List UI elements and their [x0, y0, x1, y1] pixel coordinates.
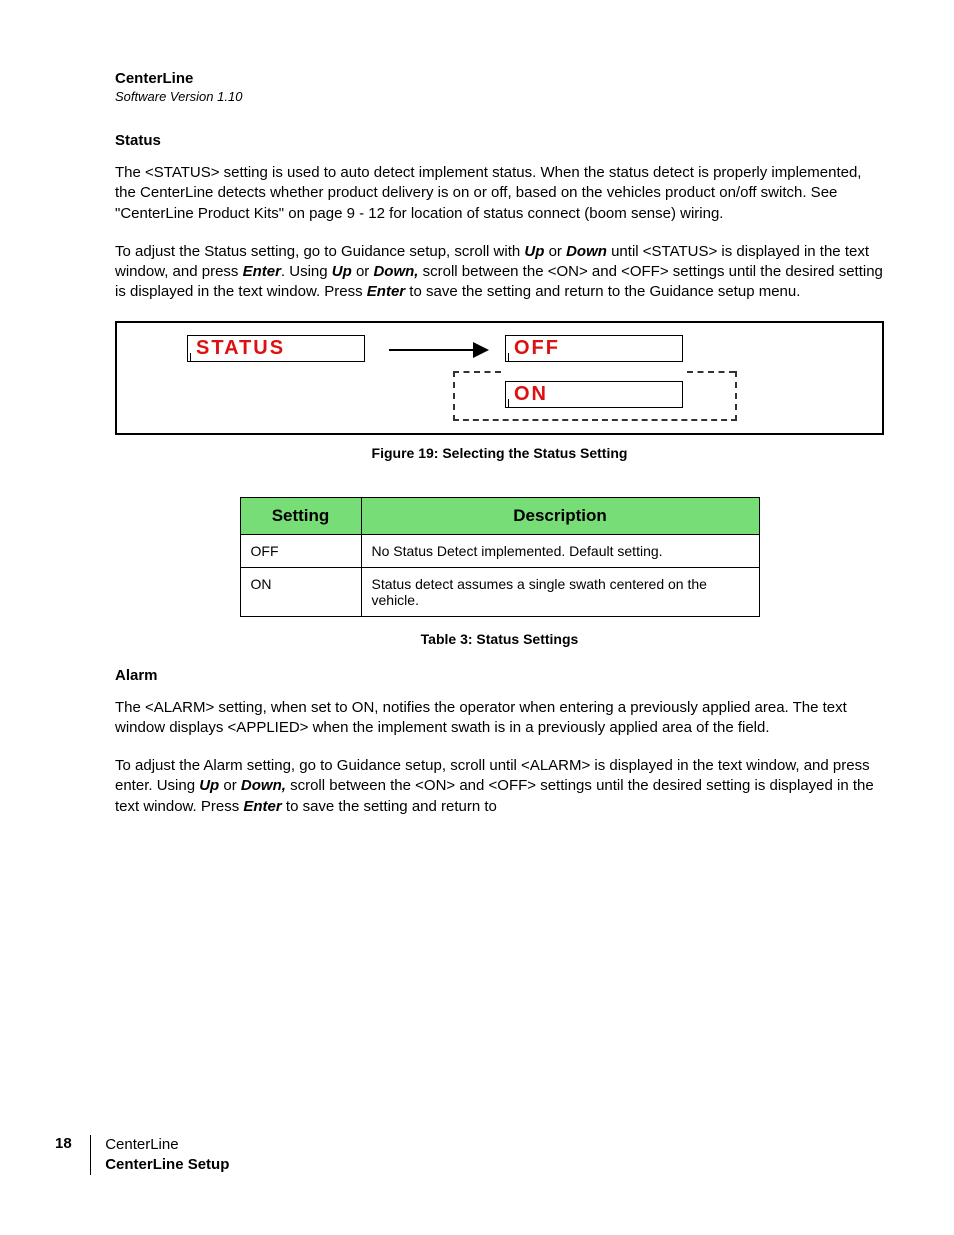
text: The <STATUS> setting is used to auto det…	[115, 164, 861, 222]
text: or	[352, 263, 374, 280]
status-paragraph-2: To adjust the Status setting, go to Guid…	[115, 242, 884, 303]
text: or	[544, 243, 566, 260]
doc-version: Software Version 1.10	[115, 89, 884, 104]
alarm-paragraph-1: The <ALARM> setting, when set to ON, not…	[115, 698, 884, 739]
table-caption: Table 3: Status Settings	[115, 631, 884, 647]
key-up: Up	[332, 263, 352, 280]
lcd-off: OFF	[505, 335, 683, 362]
table-header: Setting	[240, 497, 361, 534]
lcd-text: STATUS	[196, 337, 285, 359]
dashed-top	[453, 371, 501, 373]
key-enter: Enter	[243, 263, 281, 280]
figure-caption: Figure 19: Selecting the Status Setting	[115, 445, 884, 461]
heading-alarm: Alarm	[115, 667, 884, 684]
lcd-text: OFF	[514, 337, 560, 359]
footer-text: CenterLine CenterLine Setup	[105, 1135, 229, 1174]
key-up: Up	[199, 777, 219, 794]
text: . Using	[281, 263, 332, 280]
table-cell: No Status Detect implemented. Default se…	[361, 534, 759, 567]
status-paragraph-1: The <STATUS> setting is used to auto det…	[115, 163, 884, 224]
page-footer: 18 CenterLine CenterLine Setup	[55, 1135, 229, 1175]
status-settings-table: Setting Description OFF No Status Detect…	[240, 497, 760, 617]
dashed-top	[687, 371, 735, 373]
doc-title: CenterLine	[115, 70, 884, 87]
text: The <ALARM> setting, when set to ON, not…	[115, 699, 847, 736]
table-cell: ON	[240, 567, 361, 616]
document-header: CenterLine Software Version 1.10	[115, 70, 884, 104]
footer-line1: CenterLine	[105, 1135, 229, 1155]
key-down: Down	[566, 243, 607, 260]
table-cell: OFF	[240, 534, 361, 567]
key-enter: Enter	[367, 283, 405, 300]
table-header-row: Setting Description	[240, 497, 759, 534]
footer-divider	[90, 1135, 92, 1175]
table-row: OFF No Status Detect implemented. Defaul…	[240, 534, 759, 567]
key-down: Down,	[241, 777, 286, 794]
alarm-paragraph-2: To adjust the Alarm setting, go to Guida…	[115, 756, 884, 817]
key-up: Up	[524, 243, 544, 260]
text: to save the setting and return to the Gu…	[405, 283, 800, 300]
figure-status-diagram: STATUS OFF ON	[115, 321, 884, 435]
text: or	[219, 777, 241, 794]
key-down: Down,	[373, 263, 418, 280]
footer-line2: CenterLine Setup	[105, 1155, 229, 1175]
heading-status: Status	[115, 132, 884, 149]
page-number: 18	[55, 1135, 90, 1152]
dashed-box	[453, 371, 737, 421]
lcd-status: STATUS	[187, 335, 365, 362]
text: to save the setting and return to	[282, 798, 497, 815]
table-row: ON Status detect assumes a single swath …	[240, 567, 759, 616]
arrow-icon	[389, 349, 479, 351]
text: To adjust the Status setting, go to Guid…	[115, 243, 524, 260]
table-header: Description	[361, 497, 759, 534]
key-enter: Enter	[243, 798, 281, 815]
table-cell: Status detect assumes a single swath cen…	[361, 567, 759, 616]
